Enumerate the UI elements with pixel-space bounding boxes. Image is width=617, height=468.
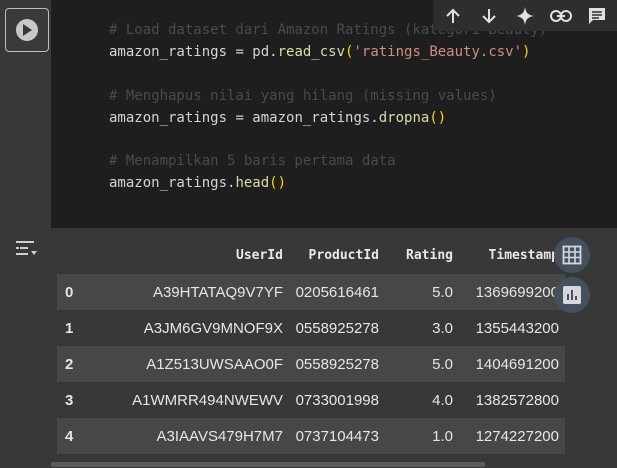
gemini-button[interactable]: [509, 0, 541, 31]
code-token: = pd.: [227, 44, 278, 60]
table-cell: 1382572800: [459, 382, 565, 418]
suggest-charts-button[interactable]: [554, 277, 590, 313]
table-header-row: UserId ProductId Rating Timestamp: [57, 236, 565, 274]
code-token: ): [522, 44, 531, 60]
table-cell: A3IAAVS479H7M7: [89, 418, 289, 454]
code-line: amazon_ratings = pd.read_csv('ratings_Be…: [109, 44, 530, 60]
code-token: amazon_ratings: [109, 110, 228, 126]
cell-gutter: [0, 0, 51, 228]
table-cell: 1.0: [385, 418, 459, 454]
table-icon: [562, 245, 582, 265]
play-icon: [16, 19, 38, 41]
comment-icon: [589, 7, 605, 24]
table-cell: 0733001998: [289, 382, 385, 418]
code-token: read_csv: [277, 44, 346, 60]
move-cell-down-button[interactable]: [473, 0, 505, 31]
index-header: [57, 236, 89, 274]
table-cell: 1274227200: [459, 418, 565, 454]
output-options-icon: [16, 241, 37, 255]
table-cell: 1369699200: [459, 274, 565, 310]
table-cell: A39HTATAQ9V7YF: [89, 274, 289, 310]
run-cell-button[interactable]: [5, 8, 49, 52]
link-icon: [550, 9, 572, 22]
table-cell: 0737104473: [289, 418, 385, 454]
cell-toolbar: [433, 0, 617, 31]
code-token: amazon_ratings.: [109, 175, 236, 191]
table-cell: 1355443200: [459, 310, 565, 346]
table-cell: 0558925278: [289, 310, 385, 346]
copy-link-button[interactable]: [545, 0, 577, 31]
table-row: 4 A3IAAVS479H7M7 0737104473 1.0 12742272…: [57, 418, 565, 454]
arrow-up-icon: [446, 8, 460, 23]
output-actions-button[interactable]: [14, 238, 40, 260]
table-cell: 0205616461: [289, 274, 385, 310]
table-cell: 3.0: [385, 310, 459, 346]
column-header: Timestamp: [488, 247, 559, 263]
row-index: 2: [57, 346, 89, 382]
table-cell: 4.0: [385, 382, 459, 418]
table-cell: A1Z513UWSAAO0F: [89, 346, 289, 382]
code-editor[interactable]: # Load dataset dari Amazon Ratings (kate…: [51, 0, 617, 228]
dataframe-table: UserId ProductId Rating Timestamp 0 A39H…: [57, 236, 565, 454]
arrow-down-icon: [482, 8, 496, 23]
add-comment-button[interactable]: [581, 0, 613, 31]
code-token: head: [235, 175, 270, 191]
code-token: = amazon_ratings.: [227, 110, 379, 126]
table-row: 3 A1WMRR494NWEWV 0733001998 4.0 13825728…: [57, 382, 565, 418]
table-cell: 5.0: [385, 346, 459, 382]
table-cell: 1404691200: [459, 346, 565, 382]
row-index: 0: [57, 274, 89, 310]
code-line: amazon_ratings = amazon_ratings.dropna(): [109, 110, 446, 126]
row-index: 4: [57, 418, 89, 454]
table-row: 0 A39HTATAQ9V7YF 0205616461 5.0 13696992…: [57, 274, 565, 310]
code-token: 'ratings_Beauty.csv': [353, 44, 523, 60]
table-cell: 0558925278: [289, 346, 385, 382]
column-header: Rating: [406, 247, 453, 263]
code-text[interactable]: # Load dataset dari Amazon Ratings (kate…: [109, 0, 547, 191]
bar-chart-icon: [563, 286, 581, 304]
table-cell: A1WMRR494NWEWV: [89, 382, 289, 418]
horizontal-scrollbar[interactable]: [51, 462, 485, 467]
move-cell-up-button[interactable]: [437, 0, 469, 31]
code-token: amazon_ratings: [109, 44, 228, 60]
table-cell: 5.0: [385, 274, 459, 310]
code-comment: # Menampilkan 5 baris pertama data: [109, 153, 396, 169]
column-header: ProductId: [308, 247, 379, 263]
table-cell: A3JM6GV9MNOF9X: [89, 310, 289, 346]
code-line: amazon_ratings.head(): [109, 175, 286, 191]
convert-to-interactive-table-button[interactable]: [554, 237, 590, 273]
table-row: 2 A1Z513UWSAAO0F 0558925278 5.0 14046912…: [57, 346, 565, 382]
table-row: 1 A3JM6GV9MNOF9X 0558925278 3.0 13554432…: [57, 310, 565, 346]
code-comment: # Menghapus nilai yang hilang (missing v…: [109, 88, 497, 104]
code-token: dropna: [378, 110, 430, 126]
code-token: (): [429, 110, 447, 126]
sparkle-icon: [516, 6, 534, 25]
column-header: UserId: [236, 247, 283, 263]
row-index: 3: [57, 382, 89, 418]
row-index: 1: [57, 310, 89, 346]
code-token: (): [269, 175, 287, 191]
